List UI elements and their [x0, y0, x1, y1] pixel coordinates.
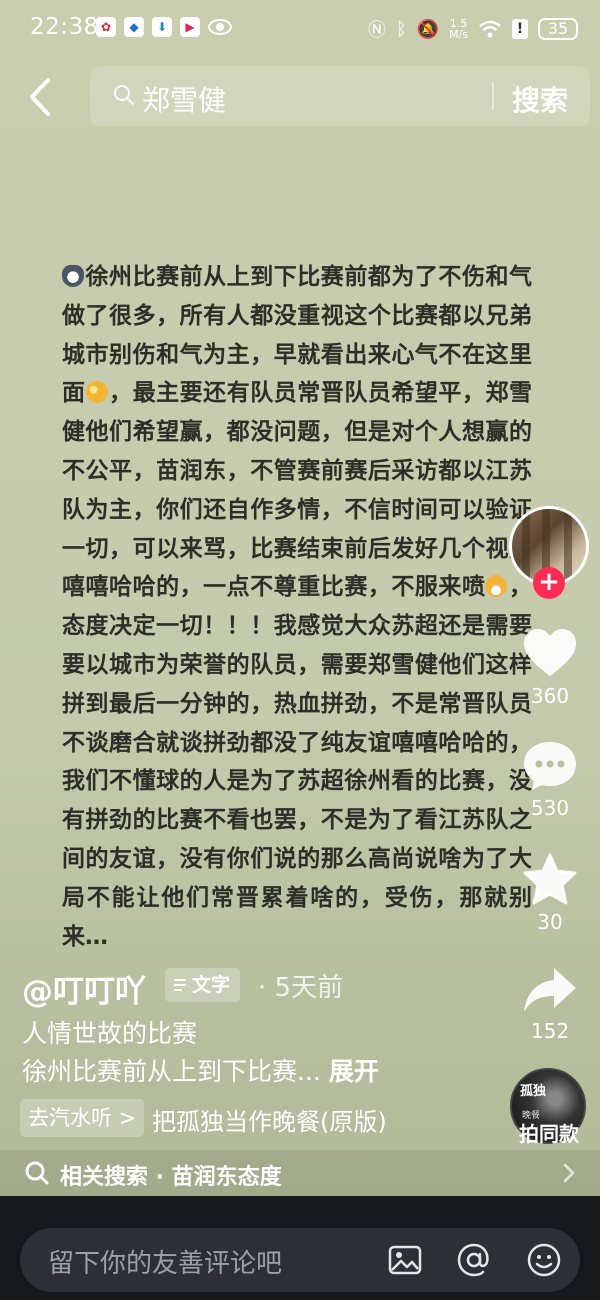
bluetooth-icon: ᛒ [395, 18, 407, 40]
browser-app-icon: ◆ [124, 17, 144, 37]
follow-button[interactable]: + [533, 567, 565, 599]
search-icon [114, 85, 134, 105]
status-time: 22:38 [30, 14, 99, 40]
post-time: · 5天前 [258, 973, 344, 1003]
comment-placeholder: 留下你的友善评论吧 [48, 1249, 283, 1279]
alert-icon: ! [512, 19, 528, 39]
chevron-left-icon [30, 78, 50, 116]
comment-bubble-icon[interactable] [522, 738, 578, 794]
post-body-part-3: ，态度决定一切！！！我感觉大众苏超还是需要要以城市为荣誉的队员，需要郑雪健他们这… [62, 574, 533, 950]
star-icon[interactable] [522, 852, 578, 908]
post-body-text: 徐州比赛前从上到下比赛前都为了不伤和气做了很多，所有人都没重视这个比赛都以兄弟城… [62, 258, 532, 956]
system-indicators: Ⓝ ᛒ 🔕 1.5 M/s ! 35 [368, 16, 578, 42]
heart-icon[interactable] [522, 626, 578, 682]
caption-title: 人情世故的比赛 [22, 1019, 198, 1048]
caption-preview: 徐州比赛前从上到下比赛... 展开 [22, 1052, 379, 1088]
search-divider [492, 82, 494, 110]
music-source-tag[interactable]: 去汽水听 > [20, 1099, 145, 1137]
favorite-count: 30 [537, 910, 563, 934]
like-count: 360 [530, 684, 570, 708]
same-style-button[interactable]: 拍同款 [508, 1118, 590, 1147]
mute-bell-icon: 🔕 [416, 18, 440, 40]
wifi-icon [479, 20, 501, 38]
nfc-icon: Ⓝ [367, 20, 386, 41]
download-app-icon: ⬇ [152, 17, 172, 37]
avatar-pillar [522, 509, 530, 583]
text-tag-badge[interactable]: 文字 [165, 968, 241, 1002]
disc-title: 孤独 [520, 1084, 547, 1099]
text-tag-label: 文字 [192, 974, 231, 996]
network-speed-unit: M/s [449, 28, 468, 41]
search-query: 郑雪健 [142, 84, 227, 117]
video-app-icon: ▶ [180, 17, 200, 37]
smiley-icon[interactable] [526, 1242, 562, 1278]
related-search-text: 相关搜索 · 苗润东态度 [60, 1165, 282, 1190]
huawei-app-icon: ✿ [96, 17, 116, 37]
grin-emoji-icon [485, 575, 508, 598]
comment-input[interactable]: 留下你的友善评论吧 [20, 1228, 580, 1292]
text-lines-icon [174, 979, 186, 991]
image-icon[interactable] [387, 1242, 423, 1278]
search-button[interactable]: 搜索 [512, 79, 568, 119]
share-arrow-icon[interactable] [522, 962, 578, 1018]
fox-emoji-icon [62, 265, 84, 287]
music-name[interactable]: 把孤独当作晚餐(原版) [152, 1102, 387, 1137]
chevron-right-icon [563, 1163, 575, 1183]
battery-indicator: 35 [538, 18, 578, 40]
status-bar: 22:38 ✿ ◆ ⬇ ▶ Ⓝ ᛒ 🔕 1.5 M/s ! 35 [0, 0, 600, 56]
caption-preview-text: 徐州比赛前从上到下比赛... [22, 1057, 321, 1086]
share-count: 152 [530, 1019, 570, 1043]
search-input[interactable]: 郑雪健 搜索 [90, 66, 590, 126]
kiss-emoji-icon [85, 381, 108, 404]
post-body-part-2: ，最主要还有队员常晋队员希望平，郑雪健他们希望赢，都没问题，但是对个人想赢的不公… [62, 380, 533, 601]
back-button[interactable] [18, 74, 64, 120]
expand-link[interactable]: 展开 [329, 1057, 379, 1086]
search-icon [25, 1161, 49, 1185]
comment-count: 530 [530, 796, 570, 820]
author-name[interactable]: @叮叮吖 [22, 966, 146, 1011]
at-icon[interactable] [456, 1242, 492, 1278]
eye-icon [208, 19, 232, 35]
avatar-pillar [564, 509, 572, 583]
notification-icons: ✿ ◆ ⬇ ▶ [96, 17, 232, 37]
network-speed: 1.5 M/s [449, 18, 468, 40]
related-search-bar[interactable]: 相关搜索 · 苗润东态度 [0, 1150, 600, 1196]
